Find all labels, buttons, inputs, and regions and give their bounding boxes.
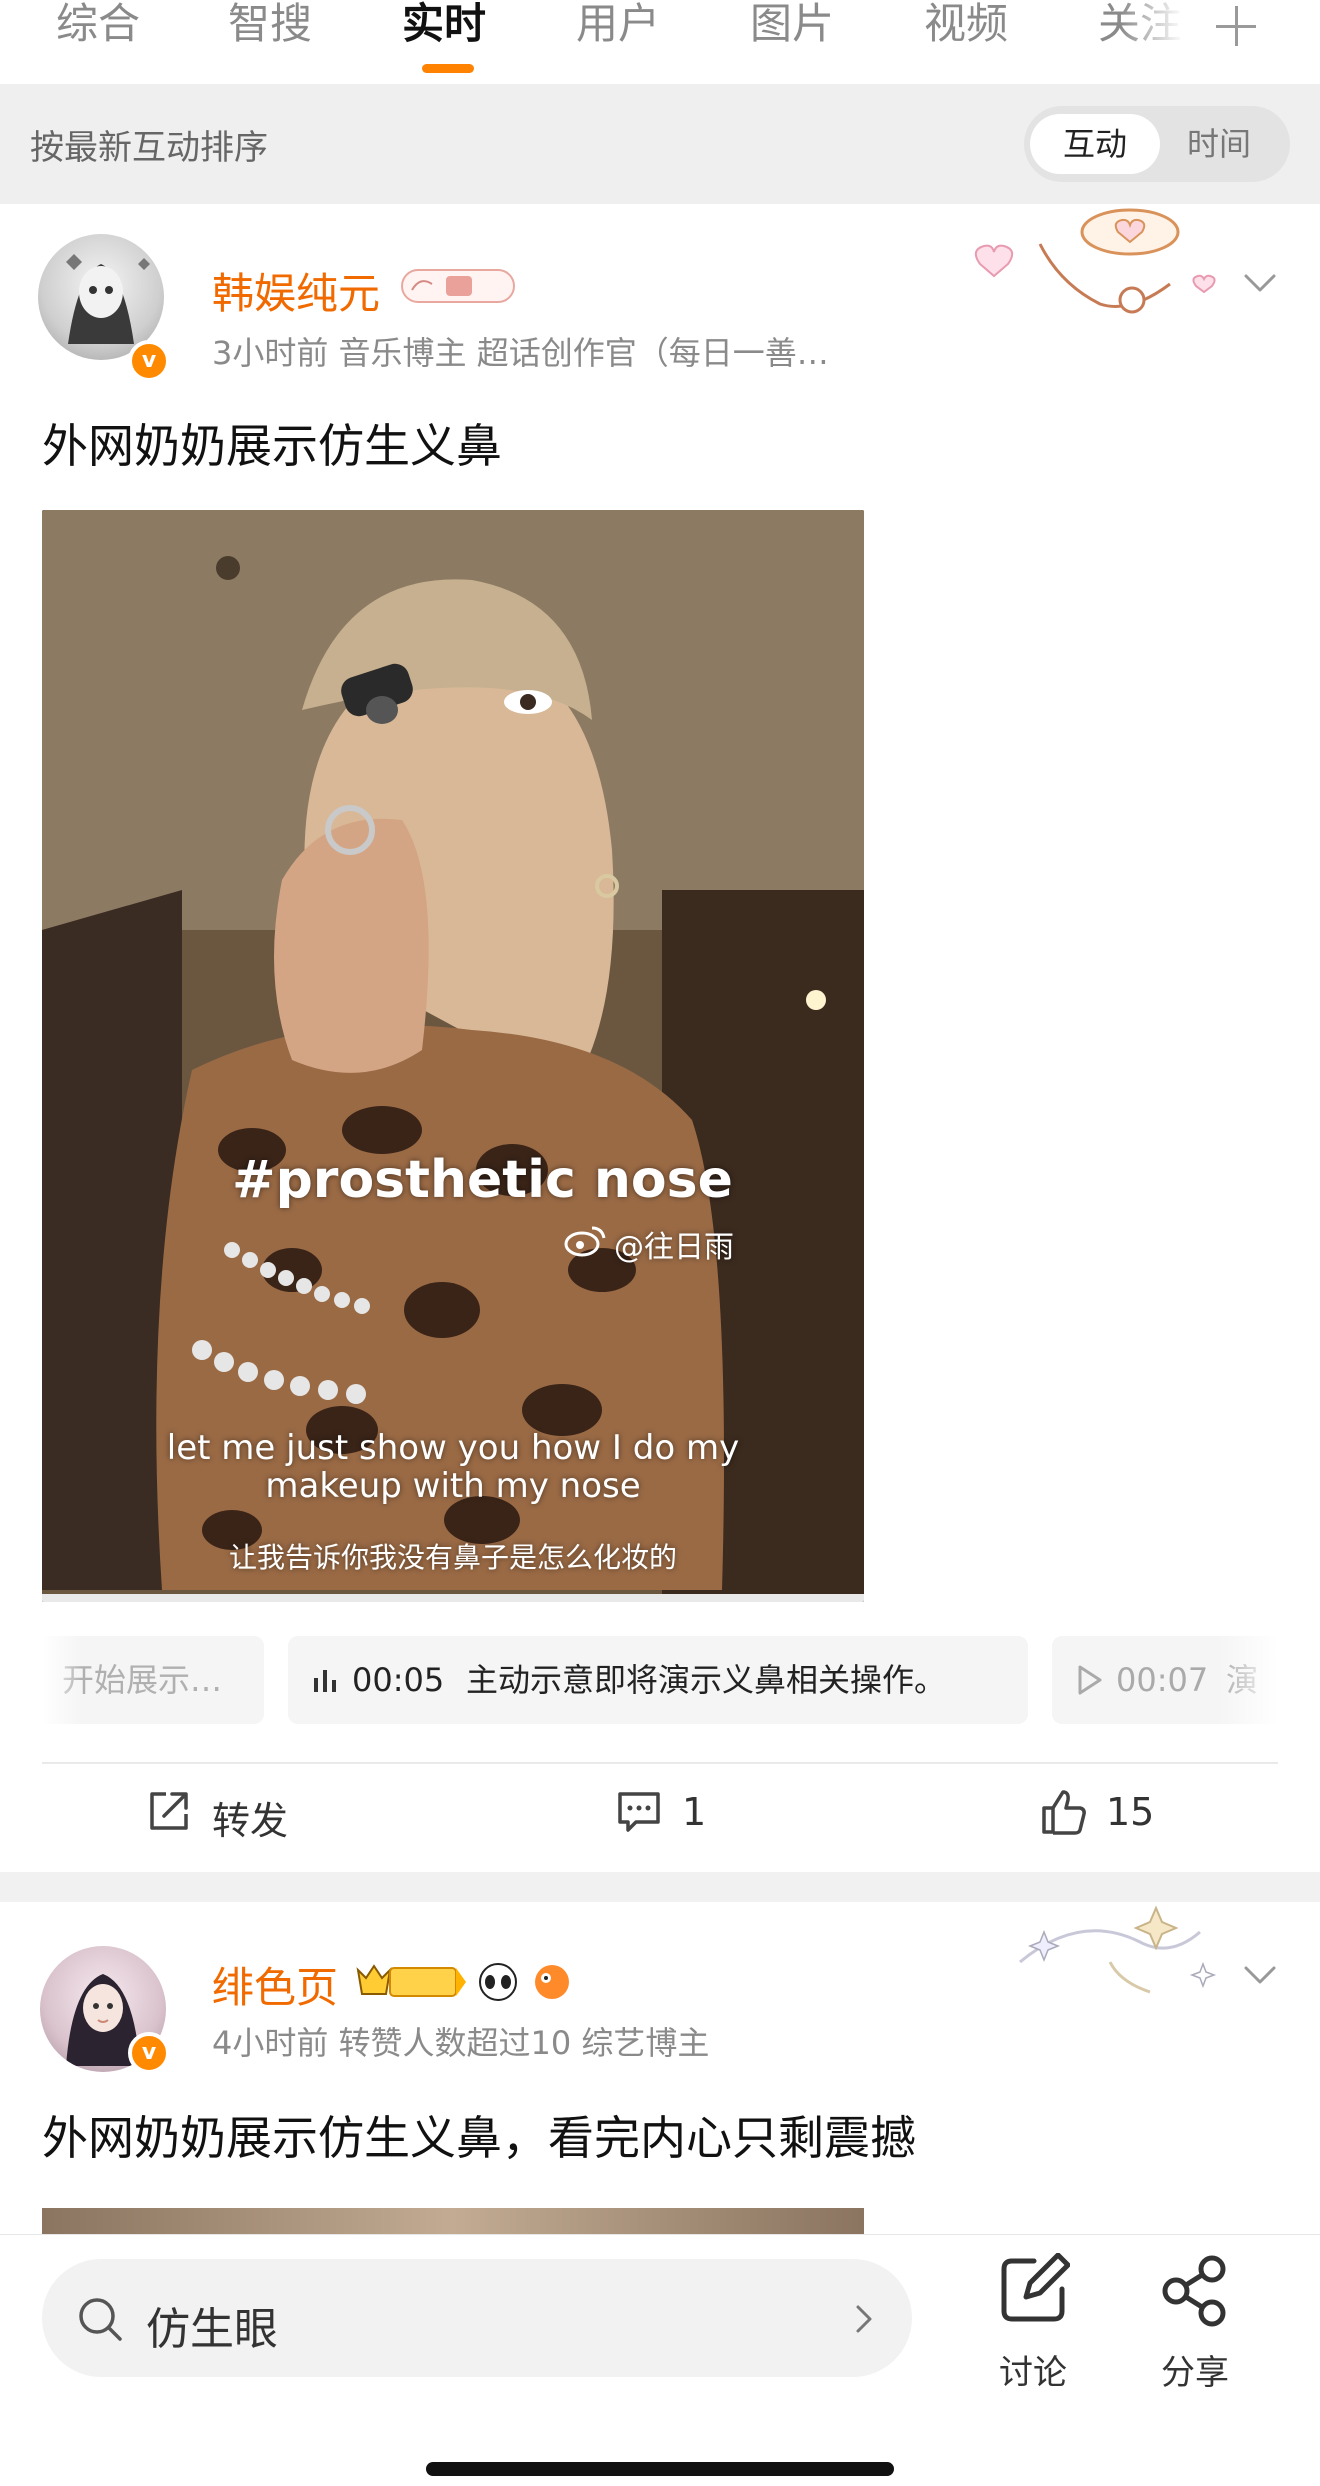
chips-fade-left <box>42 1636 82 1728</box>
repost-label: 转发 <box>212 1799 289 1843</box>
share-button[interactable]: 分享 <box>1140 2253 1250 2393</box>
comment-button[interactable]: 1 <box>616 1782 776 1842</box>
action-divider <box>42 1762 1278 1764</box>
video-thumbnail[interactable] <box>42 2208 864 2234</box>
chevron-down-icon[interactable] <box>1240 262 1280 302</box>
decoration-sparkle-icon <box>1019 1905 1217 1994</box>
post-meta: 3小时前 音乐博主 超话创作官（每日一善… <box>212 334 829 372</box>
post-username[interactable]: 绯色页 <box>212 1954 338 2015</box>
compose-icon <box>1001 2253 1070 2322</box>
sort-label: 按最新互动排序 <box>30 128 268 168</box>
search-input[interactable]: 仿生眼 <box>42 2259 912 2377</box>
post-title[interactable]: 外网奶奶展示仿生义鼻，看完内心只剩震撼 <box>42 2102 916 2168</box>
thumbs-up-icon <box>1042 1790 1086 1835</box>
share-label: 分享 <box>1161 2353 1229 2393</box>
verified-badge-icon: v <box>128 340 170 382</box>
video-subtitle-en-line2: makeup with my nose <box>265 1466 641 1506</box>
tab-videos[interactable]: 视频 <box>924 0 1008 54</box>
active-tab-indicator <box>422 64 474 73</box>
sort-toggle[interactable]: 互动 时间 <box>1024 106 1290 182</box>
audio-bars-icon <box>314 1670 336 1692</box>
share-icon <box>1162 2255 1226 2327</box>
chips-fade-right <box>1218 1636 1278 1728</box>
chapter-time: 00:05 <box>352 1661 445 1699</box>
repost-icon <box>150 1792 188 1830</box>
member-badges-icon <box>356 1963 569 2001</box>
tab-users[interactable]: 用户 <box>576 0 660 54</box>
member-badge-icon <box>401 269 515 303</box>
sort-bar: 按最新互动排序 互动 时间 <box>0 84 1320 204</box>
discuss-label: 讨论 <box>999 2353 1067 2393</box>
video-player[interactable]: #prosthetic nose @往日雨 let me just show y… <box>42 510 864 1602</box>
tab-comprehensive[interactable]: 综合 <box>56 0 140 54</box>
post-card: v 韩娱纯元 3小时前 音乐博主 超话创作官（每日一善… 外网奶奶展示仿生义鼻 <box>0 204 1320 1872</box>
like-button[interactable]: 15 <box>1040 1782 1200 1842</box>
chevron-down-icon[interactable] <box>1240 1954 1280 1994</box>
verified-badge-icon: v <box>128 2032 170 2074</box>
repost-button[interactable]: 转发 <box>146 1782 346 1843</box>
video-watermark: @往日雨 <box>614 1230 734 1265</box>
comment-count: 1 <box>682 1790 707 1834</box>
tab-smart-search[interactable]: 智搜 <box>228 0 312 54</box>
play-icon <box>1078 1665 1102 1695</box>
home-indicator <box>426 2462 894 2476</box>
chevron-right-icon <box>856 2305 872 2333</box>
video-subtitle-zh: 让我告诉你我没有鼻子是怎么化妆的 <box>228 1541 677 1574</box>
chapter-chip-active[interactable]: 00:05 主动示意即将演示义鼻相关操作。 <box>288 1636 1028 1724</box>
comment-icon <box>618 1792 660 1832</box>
top-tab-bar: 综合 智搜 实时 用户 图片 视频 关注 <box>0 0 1320 84</box>
chapter-text: 主动示意即将演示义鼻相关操作。 <box>466 1661 947 1699</box>
post-meta: 4小时前 转赞人数超过10 综艺博主 <box>212 2024 710 2062</box>
video-hashtag: #prosthetic nose <box>232 1150 733 1210</box>
weibo-logo-icon <box>564 1226 606 1257</box>
decoration-hearts-icon <box>974 208 1216 314</box>
search-value: 仿生眼 <box>146 2304 278 2355</box>
video-chapter-list: 开始展示… 00:05 主动示意即将演示义鼻相关操作。 00:07 演 <box>42 1636 1278 1728</box>
discuss-button[interactable]: 讨论 <box>978 2253 1088 2393</box>
bottom-bar: 仿生眼 讨论 分享 <box>0 2234 1320 2486</box>
post-card: v 绯色页 4小时前 转赞人数超过10 综艺博主 外网奶奶展示仿生义鼻，看完内心… <box>0 1902 1320 2234</box>
chapter-time: 00:07 <box>1116 1661 1209 1699</box>
tab-fade-overlay <box>1120 0 1210 70</box>
sort-by-interaction[interactable]: 互动 <box>1030 114 1160 174</box>
post-title[interactable]: 外网奶奶展示仿生义鼻 <box>42 410 502 476</box>
search-icon <box>79 2298 122 2341</box>
add-tab-icon[interactable] <box>1212 2 1262 52</box>
post-username[interactable]: 韩娱纯元 <box>212 260 380 321</box>
video-subtitle-en-line1: let me just show you how I do my <box>166 1428 740 1468</box>
tab-realtime[interactable]: 实时 <box>402 0 486 54</box>
chapter-text: 开始展示… <box>62 1661 223 1699</box>
post-separator <box>0 1872 1320 1902</box>
tab-images[interactable]: 图片 <box>750 0 834 54</box>
like-count: 15 <box>1106 1790 1155 1834</box>
sort-by-time[interactable]: 时间 <box>1154 114 1284 174</box>
